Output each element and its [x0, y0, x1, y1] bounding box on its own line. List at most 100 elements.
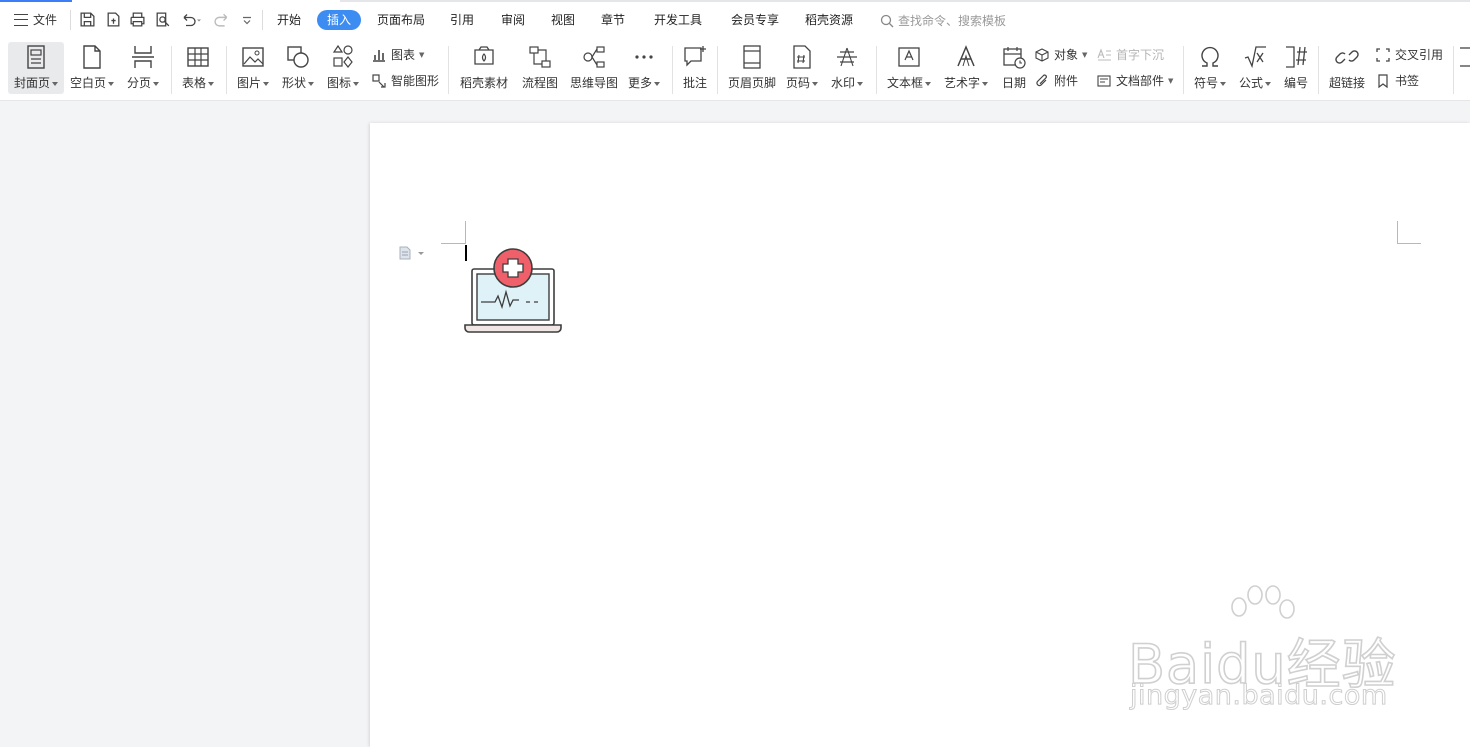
docer-material-label: 稻壳素材 [459, 76, 508, 90]
comment-button[interactable]: 批注 [679, 42, 711, 94]
word-art-label: 艺术字 [944, 74, 988, 91]
flowchart-label: 流程图 [521, 76, 558, 90]
object-button[interactable]: 对象 ▼ [1034, 46, 1087, 63]
redo-icon[interactable] [214, 11, 231, 28]
ribbon-overflow-button[interactable] [1460, 42, 1470, 94]
paragraph-layout-icon[interactable] [398, 245, 426, 261]
top-tab-bar: 文件 开始 插入 页面布局 引用 审阅 视图 章节 开发工具 会员专享 稻壳资源… [0, 0, 1470, 40]
print-icon[interactable] [129, 11, 146, 28]
blank-page-icon [83, 45, 101, 69]
page-break-icon [132, 46, 154, 68]
doc-parts-icon [1097, 74, 1111, 87]
customize-toolbar-icon[interactable] [240, 11, 254, 28]
tab-references[interactable]: 引用 [450, 12, 474, 28]
chart-button[interactable]: 图表 ▼ [371, 46, 424, 63]
shape-label: 形状 [282, 74, 314, 91]
doc-parts-button[interactable]: 文档部件 ▼ [1096, 72, 1173, 89]
object-icon [1035, 47, 1049, 62]
text-box-button[interactable]: 文本框 [885, 42, 933, 94]
link-icon [1335, 50, 1359, 64]
crop-mark-top-left [441, 221, 466, 244]
tab-bar-border [340, 0, 1470, 2]
icons-button[interactable]: 图标 [325, 42, 361, 94]
more-label: 更多 [628, 74, 660, 91]
tab-developer[interactable]: 开发工具 [654, 12, 702, 28]
more-button[interactable]: 更多 [625, 42, 663, 94]
tab-view[interactable]: 视图 [551, 12, 575, 28]
ribbon-divider [672, 46, 673, 94]
cross-reference-button[interactable]: 交叉引用 [1375, 46, 1443, 63]
chart-label: 图表 [391, 48, 416, 62]
docer-material-icon [474, 46, 494, 65]
symbol-button[interactable]: 符号 [1191, 42, 1229, 94]
attachment-button[interactable]: 附件 [1034, 72, 1078, 89]
table-button[interactable]: 表格 [178, 42, 218, 94]
watermark-url: jingyan.baidu.com [1130, 680, 1388, 712]
dropdown-arrow-icon: ▼ [419, 50, 425, 59]
table-icon [187, 47, 209, 67]
search-placeholder: 查找命令、搜索模板 [898, 14, 1007, 28]
header-footer-icon [743, 45, 761, 69]
tab-member[interactable]: 会员专享 [731, 12, 779, 28]
tab-start[interactable]: 开始 [277, 12, 301, 28]
picture-icon [242, 47, 264, 67]
tab-insert[interactable]: 插入 [317, 10, 362, 30]
tab-page-layout[interactable]: 页面布局 [377, 12, 425, 28]
cover-page-button[interactable]: 封面页 [8, 42, 64, 94]
hamburger-icon [14, 13, 28, 26]
drop-cap-label: 首字下沉 [1116, 48, 1165, 62]
command-search[interactable]: 查找命令、搜索模板 [880, 12, 1006, 29]
cover-page-label: 封面页 [14, 74, 58, 91]
print-preview-icon[interactable] [154, 11, 171, 28]
shape-icon [287, 46, 309, 68]
shape-button[interactable]: 形状 [279, 42, 317, 94]
mind-map-icon [583, 46, 605, 68]
picture-button[interactable]: 图片 [234, 42, 272, 94]
date-button[interactable]: 日期 [998, 42, 1030, 94]
numbering-button[interactable]: 编号 [1281, 42, 1311, 94]
medical-laptop-icon[interactable] [462, 246, 564, 336]
bookmark-button[interactable]: 书签 [1375, 72, 1419, 89]
page-break-button[interactable]: 分页 [124, 42, 162, 94]
attachment-label: 附件 [1054, 74, 1079, 88]
comment-label: 批注 [682, 76, 707, 90]
header-footer-label: 页眉页脚 [727, 76, 776, 90]
divider [262, 10, 263, 30]
ribbon-divider [1453, 46, 1454, 94]
blank-page-button[interactable]: 空白页 [68, 42, 116, 94]
word-art-button[interactable]: 艺术字 [942, 42, 990, 94]
hyperlink-button[interactable]: 超链接 [1326, 42, 1368, 94]
flowchart-button[interactable]: 流程图 [519, 42, 561, 94]
chart-icon [373, 49, 385, 62]
flowchart-icon [529, 46, 551, 68]
ribbon-divider [171, 46, 172, 94]
omega-icon [1201, 46, 1219, 67]
tab-review[interactable]: 审阅 [501, 12, 525, 28]
formula-button[interactable]: 公式 [1236, 42, 1274, 94]
tab-docer-resources[interactable]: 稻壳资源 [805, 12, 853, 28]
smart-art-button[interactable]: 智能图形 [371, 72, 439, 89]
bookmark-icon [1378, 73, 1388, 88]
overflow-icon [1460, 47, 1470, 67]
ribbon-divider [876, 46, 877, 94]
file-menu-button[interactable]: 文件 [14, 11, 57, 28]
numbering-icon [1286, 46, 1307, 68]
symbol-label: 符号 [1194, 74, 1226, 91]
icons-icon [332, 44, 353, 68]
cover-page-icon [27, 45, 45, 69]
drop-cap-icon [1097, 47, 1111, 61]
save-icon[interactable] [79, 11, 96, 28]
hyperlink-label: 超链接 [1328, 76, 1365, 90]
watermark-button[interactable]: 水印 [828, 42, 866, 94]
drop-cap-button[interactable]: 首字下沉 [1096, 46, 1164, 63]
export-pdf-icon[interactable] [105, 11, 122, 28]
smart-art-icon [372, 73, 386, 88]
text-box-icon [898, 47, 920, 67]
mind-map-button[interactable]: 思维导图 [567, 42, 621, 94]
page-number-button[interactable]: 页码 [785, 42, 819, 94]
header-footer-button[interactable]: 页眉页脚 [726, 42, 778, 94]
ribbon-divider [226, 46, 227, 94]
undo-icon[interactable] [180, 11, 202, 28]
tab-chapter[interactable]: 章节 [601, 12, 625, 28]
docer-material-button[interactable]: 稻壳素材 [457, 42, 511, 94]
